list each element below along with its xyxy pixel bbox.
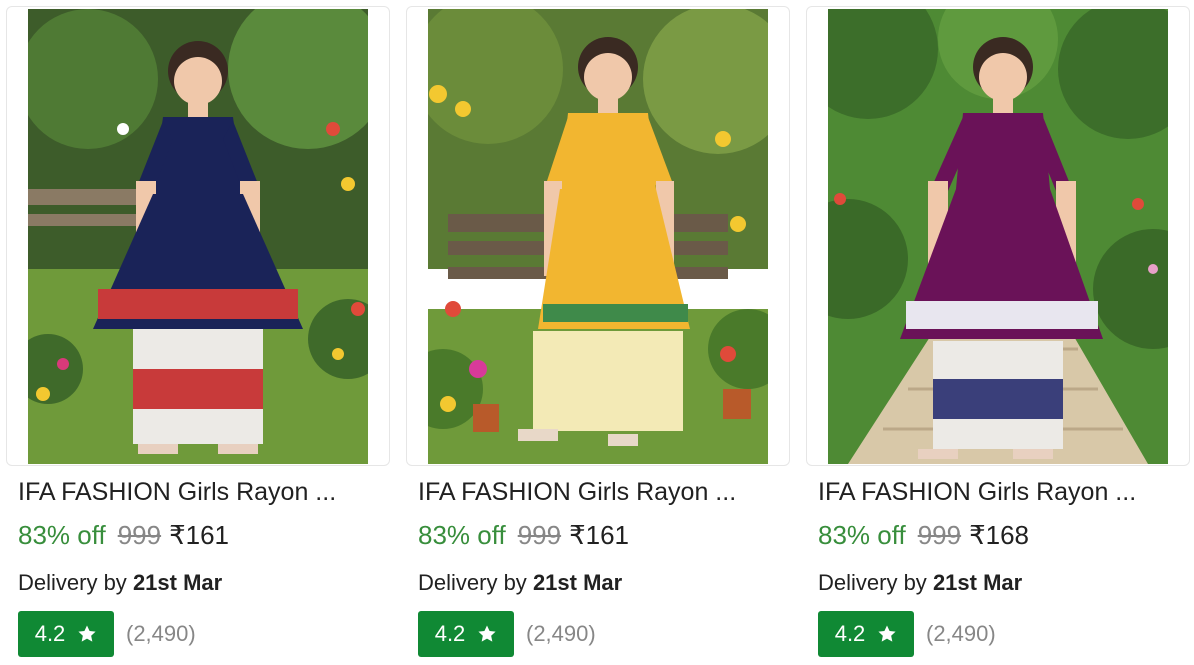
original-price: 999 bbox=[117, 520, 162, 550]
rating-row: 4.2 (2,490) bbox=[418, 611, 596, 657]
rating-badge: 4.2 bbox=[818, 611, 914, 657]
product-card[interactable]: IFA FASHION Girls Rayon ... 83% off 999 ₹1… bbox=[406, 0, 790, 665]
star-icon bbox=[878, 625, 896, 642]
product-image[interactable] bbox=[428, 9, 768, 464]
price-row: 83% off 999 ₹161 bbox=[418, 520, 629, 551]
price-row: 83% off 999 ₹161 bbox=[18, 520, 229, 551]
delivery-prefix: Delivery by bbox=[18, 570, 127, 595]
discount-label: 83% off bbox=[418, 520, 506, 550]
original-price: 999 bbox=[517, 520, 562, 550]
selling-price: ₹168 bbox=[969, 520, 1030, 550]
original-price: 999 bbox=[917, 520, 962, 550]
delivery-info: Delivery by 21st Mar bbox=[418, 570, 622, 596]
product-image-frame[interactable] bbox=[406, 6, 790, 466]
rating-row: 4.2 (2,490) bbox=[818, 611, 996, 657]
product-grid: IFA FASHION Girls Rayon ... 83% off 999 ₹1… bbox=[0, 0, 1194, 665]
product-image[interactable] bbox=[828, 9, 1168, 464]
rating-count: (2,490) bbox=[926, 621, 996, 646]
star-icon bbox=[478, 625, 496, 642]
selling-price: ₹161 bbox=[569, 520, 630, 550]
product-card[interactable]: IFA FASHION Girls Rayon ... 83% off 999 ₹1… bbox=[6, 0, 390, 665]
delivery-info: Delivery by 21st Mar bbox=[818, 570, 1022, 596]
rating-value: 4.2 bbox=[34, 621, 66, 646]
delivery-prefix: Delivery by bbox=[418, 570, 527, 595]
price-row: 83% off 999 ₹168 bbox=[818, 520, 1029, 551]
product-image[interactable] bbox=[28, 9, 368, 464]
product-title[interactable]: IFA FASHION Girls Rayon ... bbox=[18, 478, 378, 507]
rating-count: (2,490) bbox=[526, 621, 596, 646]
rating-value: 4.2 bbox=[434, 621, 466, 646]
selling-price: ₹161 bbox=[169, 520, 230, 550]
discount-label: 83% off bbox=[818, 520, 906, 550]
product-image-frame[interactable] bbox=[6, 6, 390, 466]
discount-label: 83% off bbox=[18, 520, 106, 550]
rating-badge: 4.2 bbox=[418, 611, 514, 657]
star-icon bbox=[78, 625, 96, 642]
rating-count: (2,490) bbox=[126, 621, 196, 646]
delivery-date: 21st Mar bbox=[932, 570, 1023, 595]
rating-row: 4.2 (2,490) bbox=[18, 611, 196, 657]
delivery-prefix: Delivery by bbox=[818, 570, 927, 595]
product-card[interactable]: IFA FASHION Girls Rayon ... 83% off 999 ₹1… bbox=[806, 0, 1190, 665]
rating-badge: 4.2 bbox=[18, 611, 114, 657]
product-title[interactable]: IFA FASHION Girls Rayon ... bbox=[418, 478, 778, 507]
product-image-frame[interactable] bbox=[806, 6, 1190, 466]
product-title[interactable]: IFA FASHION Girls Rayon ... bbox=[818, 478, 1178, 507]
delivery-info: Delivery by 21st Mar bbox=[18, 570, 222, 596]
delivery-date: 21st Mar bbox=[532, 570, 623, 595]
delivery-date: 21st Mar bbox=[132, 570, 223, 595]
rating-value: 4.2 bbox=[834, 621, 866, 646]
